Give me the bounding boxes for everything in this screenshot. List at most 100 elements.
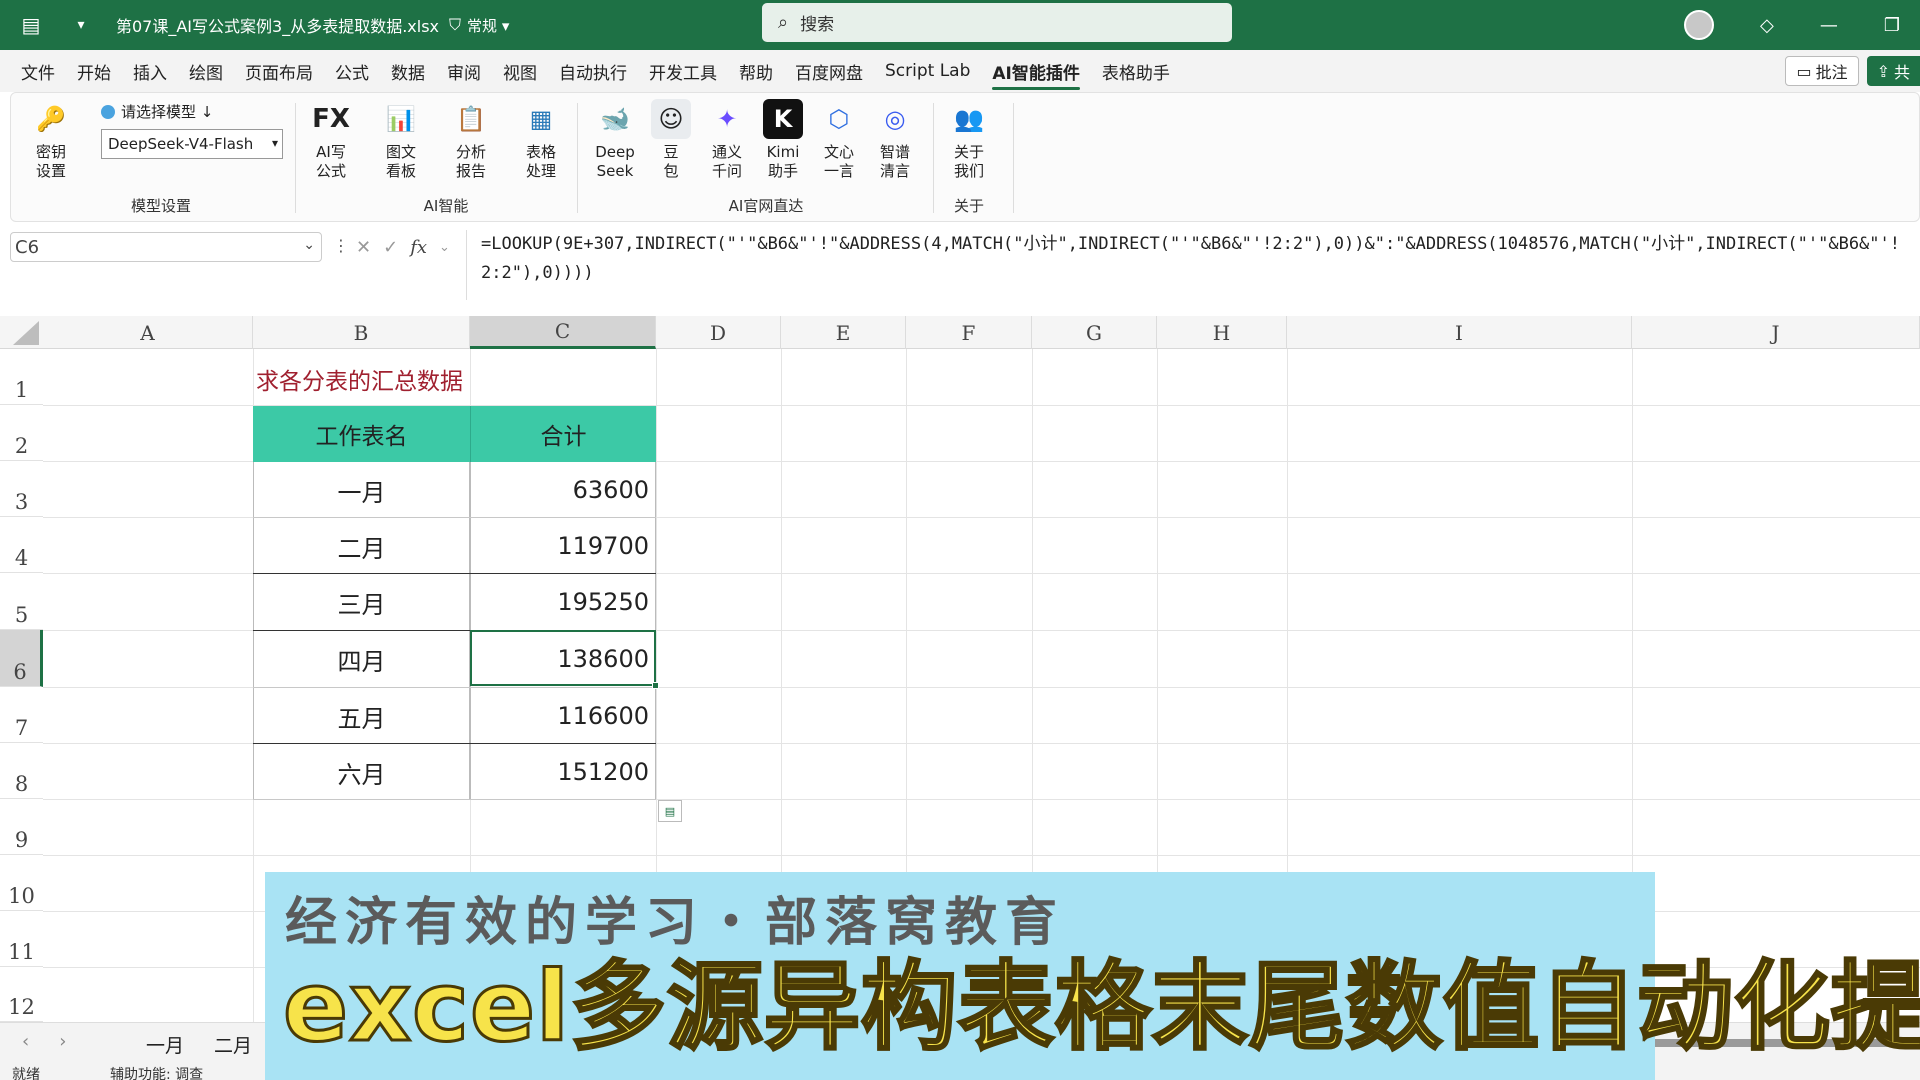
tab-file[interactable]: 文件 bbox=[10, 50, 66, 92]
tab-review[interactable]: 审阅 bbox=[436, 50, 492, 92]
row-header-1[interactable]: 1 bbox=[0, 349, 43, 405]
quick-analysis-icon[interactable]: ▤ bbox=[658, 800, 682, 822]
row-header-10[interactable]: 10 bbox=[0, 855, 43, 911]
row-header-7[interactable]: 7 bbox=[0, 687, 43, 743]
table-row-name[interactable]: 四月 bbox=[253, 631, 470, 687]
table-row-name[interactable]: 三月 bbox=[253, 574, 470, 630]
table-row-value[interactable]: 63600 bbox=[470, 462, 656, 518]
table-processing-label: 表格 处理 bbox=[525, 143, 556, 180]
table-row-value[interactable]: 116600 bbox=[470, 688, 656, 744]
table-icon: ▦ bbox=[529, 104, 553, 133]
row-header-8[interactable]: 8 bbox=[0, 743, 43, 799]
row-header-2[interactable]: 2 bbox=[0, 405, 43, 461]
select-all-button[interactable] bbox=[0, 316, 43, 349]
column-header-i[interactable]: I bbox=[1287, 316, 1632, 349]
tab-automate[interactable]: 自动执行 bbox=[548, 50, 638, 92]
row-header-3[interactable]: 3 bbox=[0, 461, 43, 517]
share-button[interactable]: ⇪ 共 bbox=[1866, 56, 1920, 86]
column-header-h[interactable]: H bbox=[1157, 316, 1287, 349]
row-header-12[interactable]: 12 bbox=[0, 967, 43, 1022]
table-row-value[interactable]: 151200 bbox=[470, 744, 656, 800]
tab-formulas[interactable]: 公式 bbox=[324, 50, 380, 92]
header-sheet-name[interactable]: 工作表名 bbox=[253, 406, 470, 462]
column-header-c[interactable]: C bbox=[470, 316, 656, 349]
chevron-right-icon[interactable]: › bbox=[59, 1031, 66, 1052]
sheet-tab-january[interactable]: 一月 bbox=[146, 1031, 184, 1058]
name-box[interactable]: C6 ⌄ bbox=[10, 232, 322, 262]
about-us-button[interactable]: 👥 关于 我们 bbox=[941, 99, 997, 181]
cancel-icon[interactable]: ✕ bbox=[356, 237, 371, 258]
column-header-e[interactable]: E bbox=[781, 316, 906, 349]
table-row-name[interactable]: 一月 bbox=[253, 462, 470, 518]
tab-home[interactable]: 开始 bbox=[66, 50, 122, 92]
search-box[interactable]: ⌕ 搜索 bbox=[762, 3, 1232, 42]
tongyi-button[interactable]: ✦ 通义 千问 bbox=[699, 99, 755, 181]
column-header-b[interactable]: B bbox=[253, 316, 470, 349]
sheet-tab-february[interactable]: 二月 bbox=[214, 1031, 252, 1058]
row-header-5[interactable]: 5 bbox=[0, 573, 43, 630]
search-placeholder: 搜索 bbox=[800, 15, 835, 35]
window-controls: ◇ — ❐ bbox=[1684, 0, 1900, 50]
deepseek-button[interactable]: 🐋 Deep Seek bbox=[587, 99, 643, 181]
row-header-4[interactable]: 4 bbox=[0, 517, 43, 573]
kimi-button[interactable]: K Kimi 助手 bbox=[755, 99, 811, 181]
tab-ai-plugin[interactable]: AI智能插件 bbox=[981, 50, 1090, 92]
formula-input[interactable]: =LOOKUP(9E+307,INDIRECT("'"&B6&"'!"&ADDR… bbox=[466, 230, 1916, 300]
accessibility-status[interactable]: 辅助功能: 调查 bbox=[110, 1064, 203, 1080]
doubao-button[interactable]: ☺ 豆 包 bbox=[643, 99, 699, 181]
menu-right-actions: ▭ 批注 ⇪ 共 bbox=[1785, 56, 1920, 86]
table-row-value[interactable]: 195250 bbox=[470, 574, 656, 630]
tab-data[interactable]: 数据 bbox=[380, 50, 436, 92]
restore-icon[interactable]: ❐ bbox=[1884, 15, 1900, 36]
row-header-9[interactable]: 9 bbox=[0, 799, 43, 855]
comments-button[interactable]: ▭ 批注 bbox=[1785, 56, 1859, 86]
column-header-g[interactable]: G bbox=[1032, 316, 1157, 349]
tab-page-layout[interactable]: 页面布局 bbox=[234, 50, 324, 92]
zhipu-button[interactable]: ◎ 智谱 清言 bbox=[867, 99, 923, 181]
minimize-icon[interactable]: — bbox=[1820, 15, 1838, 36]
sheet-title[interactable]: 求各分表的汇总数据 bbox=[256, 362, 463, 396]
header-total[interactable]: 合计 bbox=[470, 406, 656, 462]
tab-view[interactable]: 视图 bbox=[492, 50, 548, 92]
table-row-name[interactable]: 二月 bbox=[253, 518, 470, 574]
tab-script-lab[interactable]: Script Lab bbox=[874, 50, 981, 92]
sensitivity-mode[interactable]: 常规 ▾ bbox=[467, 15, 509, 36]
diamond-icon[interactable]: ◇ bbox=[1760, 15, 1774, 36]
tab-draw[interactable]: 绘图 bbox=[178, 50, 234, 92]
avatar[interactable] bbox=[1684, 10, 1715, 40]
tab-developer[interactable]: 开发工具 bbox=[638, 50, 728, 92]
excel-app-icon[interactable]: ▤ bbox=[16, 10, 46, 40]
excel-window: ▤ ▾ 第07课_AI写公式案例3_从多表提取数据.xlsx ⛉ 常规 ▾ ⌕ … bbox=[0, 0, 1920, 1080]
column-header-a[interactable]: A bbox=[43, 316, 253, 349]
shield-icon: ⛉ bbox=[449, 15, 462, 34]
chevron-down-icon[interactable]: ⌄ bbox=[439, 240, 450, 255]
more-options-icon[interactable]: ⋮ bbox=[333, 236, 349, 255]
insert-function-icon[interactable]: fx bbox=[410, 237, 427, 258]
chevron-left-icon[interactable]: ‹ bbox=[22, 1031, 29, 1052]
table-processing-button[interactable]: ▦ 表格 处理 bbox=[513, 99, 569, 181]
row-header-11[interactable]: 11 bbox=[0, 911, 43, 967]
model-select[interactable]: DeepSeek-V4-Flash ▾ bbox=[101, 129, 283, 159]
kimi-icon: K bbox=[763, 99, 803, 139]
tab-insert[interactable]: 插入 bbox=[122, 50, 178, 92]
deepseek-icon: 🐋 bbox=[600, 104, 630, 133]
model-select-value: DeepSeek-V4-Flash bbox=[108, 135, 254, 153]
row-header-6[interactable]: 6 bbox=[0, 630, 43, 687]
column-header-f[interactable]: F bbox=[906, 316, 1032, 349]
tab-baidu-netdisk[interactable]: 百度网盘 bbox=[784, 50, 874, 92]
table-row-value[interactable]: 119700 bbox=[470, 518, 656, 574]
tab-table-assistant[interactable]: 表格助手 bbox=[1091, 50, 1181, 92]
wenxin-button[interactable]: ⬡ 文心 一言 bbox=[811, 99, 867, 181]
fill-handle[interactable] bbox=[652, 682, 659, 689]
column-header-d[interactable]: D bbox=[656, 316, 781, 349]
tab-help[interactable]: 帮助 bbox=[728, 50, 784, 92]
key-setting-button[interactable]: 🔑 密钥 设置 bbox=[23, 99, 79, 181]
ai-formula-button[interactable]: FX AI写 公式 bbox=[303, 99, 359, 181]
confirm-icon[interactable]: ✓ bbox=[383, 237, 398, 258]
analysis-report-button[interactable]: 📋 分析 报告 bbox=[443, 99, 499, 181]
graphic-dashboard-button[interactable]: 📊 图文 看板 bbox=[373, 99, 429, 181]
table-row-name[interactable]: 五月 bbox=[253, 688, 470, 744]
table-row-name[interactable]: 六月 bbox=[253, 744, 470, 800]
column-header-j[interactable]: J bbox=[1632, 316, 1920, 349]
quick-access-dropdown-icon[interactable]: ▾ bbox=[66, 17, 96, 33]
